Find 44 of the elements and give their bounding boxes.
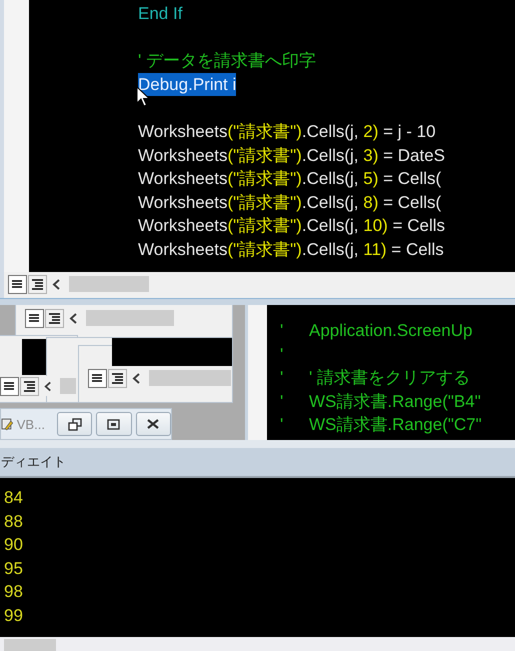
output-line: 88 — [4, 510, 23, 533]
output-line: 84 — [4, 487, 23, 509]
procedure-view-icon[interactable] — [0, 376, 19, 396]
output-line: 95 — [4, 558, 23, 580]
restore-button[interactable] — [56, 412, 92, 436]
output-line: 99 — [4, 604, 23, 627]
code-comment: Application.ScreenUp — [309, 320, 472, 342]
scroll-thumb[interactable] — [60, 378, 76, 394]
scroll-thumb[interactable] — [149, 370, 231, 386]
scroll-thumb[interactable] — [69, 276, 149, 292]
scroll-thumb[interactable] — [4, 639, 56, 651]
code-comment: ' 請求書をクリアする — [309, 367, 470, 389]
comment-marker: ' — [279, 320, 284, 342]
output-line: 90 — [4, 534, 23, 556]
output-line: 98 — [4, 581, 23, 604]
close-icon[interactable] — [146, 418, 160, 430]
procedure-view-icon[interactable] — [25, 308, 44, 328]
module-view-icon[interactable] — [20, 376, 39, 396]
comment-marker: ' — [279, 390, 284, 412]
restore-icon[interactable] — [68, 418, 82, 430]
code-line: Worksheets("請求書").Cells(j, 11) = Cells — [138, 238, 444, 261]
module-view-icon[interactable] — [108, 368, 127, 388]
window-title: VB... — [16, 416, 45, 432]
procedure-view-icon[interactable] — [88, 368, 107, 388]
scroll-thumb[interactable] — [86, 310, 174, 326]
maximize-icon[interactable] — [107, 418, 120, 430]
module-view-icon[interactable] — [28, 274, 47, 294]
close-button[interactable] — [136, 412, 171, 436]
code-line: End If — [138, 3, 182, 25]
code-line: Worksheets("請求書").Cells(j, 3) = DateS — [138, 144, 446, 167]
code-comment: ' データを請求書へ印字 — [138, 50, 316, 72]
code-line: Worksheets("請求書").Cells(j, 5) = Cells( — [138, 168, 442, 190]
code-line: Worksheets("請求書").Cells(j, 10) = Cells — [138, 215, 446, 238]
comment-marker: ' — [279, 414, 284, 436]
comment-marker: ' — [279, 367, 284, 389]
pane-title: ディエイト — [1, 453, 66, 471]
procedure-view-icon[interactable] — [8, 274, 27, 294]
code-comment: WS請求書.Range("B4" — [309, 390, 481, 412]
comment-marker: ' — [279, 344, 284, 366]
module-view-icon[interactable] — [45, 308, 64, 328]
code-line: Worksheets("請求書").Cells(j, 2) = j - 10 — [138, 120, 436, 143]
code-line: Worksheets("請求書").Cells(j, 8) = Cells( — [138, 192, 442, 214]
maximize-button[interactable] — [96, 412, 132, 436]
code-comment: WS請求書.Range("C7" — [309, 414, 482, 436]
